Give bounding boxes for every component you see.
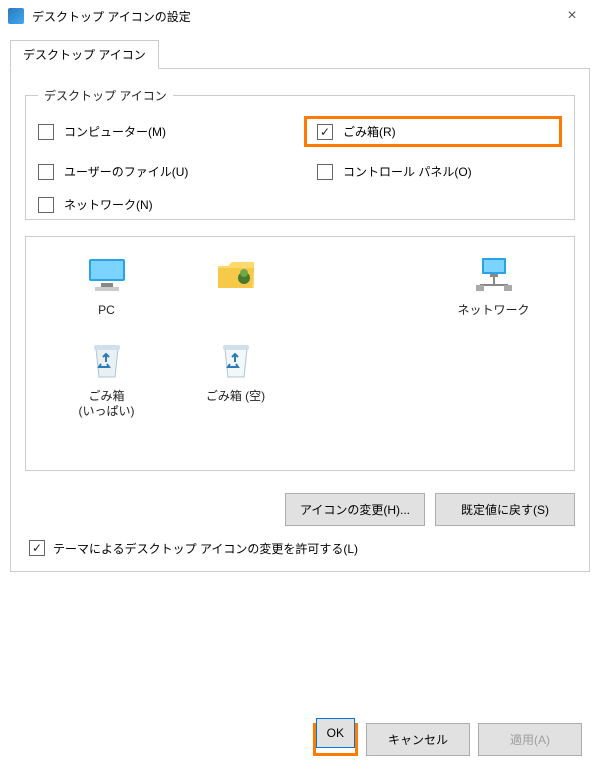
- button-label: 適用(A): [510, 733, 550, 747]
- dialog-button-row: OK キャンセル 適用(A): [313, 723, 582, 756]
- tab-panel: デスクトップ アイコン コンピューター(M) ごみ箱(R) ユーザーのファイル(…: [10, 68, 590, 572]
- checkbox-userfiles[interactable]: ユーザーのファイル(U): [38, 163, 296, 180]
- checkbox-label: ごみ箱(R): [343, 123, 396, 140]
- checkbox-label: ネットワーク(N): [64, 196, 153, 213]
- icon-item-recycle-full[interactable]: ごみ箱 (いっぱい): [42, 339, 171, 420]
- checkbox-label: コントロール パネル(O): [343, 163, 472, 180]
- apply-button[interactable]: 適用(A): [478, 723, 582, 756]
- window-titlebar: デスクトップ アイコンの設定 ×: [0, 0, 600, 32]
- tab-label: デスクトップ アイコン: [23, 48, 146, 62]
- checkbox-icon: [38, 197, 54, 213]
- checkbox-icon: [38, 164, 54, 180]
- icon-label: ごみ箱 (空): [206, 389, 265, 405]
- change-icon-button[interactable]: アイコンの変更(H)...: [285, 493, 425, 526]
- folder-icon: [214, 253, 258, 297]
- icon-item-userfolder[interactable]: [171, 253, 300, 319]
- checkbox-allow-theme-change[interactable]: テーマによるデスクトップ アイコンの変更を許可する(L): [29, 540, 575, 557]
- checkbox-icon: [38, 124, 54, 140]
- icon-label: ネットワーク: [457, 303, 529, 319]
- recycle-full-icon: [85, 339, 129, 383]
- window-title: デスクトップ アイコンの設定: [32, 8, 552, 25]
- network-icon: [472, 253, 516, 297]
- checkbox-network[interactable]: ネットワーク(N): [38, 196, 296, 213]
- pc-icon: [85, 253, 129, 297]
- icon-label: PC: [98, 303, 115, 319]
- icon-label: ごみ箱 (いっぱい): [79, 389, 135, 420]
- tab-desktop-icons[interactable]: デスクトップ アイコン: [10, 40, 159, 69]
- checkbox-controlpanel[interactable]: コントロール パネル(O): [304, 163, 562, 180]
- checkbox-icon: [317, 124, 333, 140]
- highlight-recyclebin: ごみ箱(R): [304, 116, 562, 147]
- button-label: OK: [327, 726, 344, 740]
- close-icon[interactable]: ×: [552, 0, 592, 32]
- recycle-empty-icon: [214, 339, 258, 383]
- highlight-ok: OK: [313, 723, 358, 756]
- checkbox-computer[interactable]: コンピューター(M): [38, 116, 296, 147]
- icon-preview-panel: PC ネットワーク: [25, 236, 575, 471]
- icon-item-recycle-empty[interactable]: ごみ箱 (空): [171, 339, 300, 420]
- checkbox-label: コンピューター(M): [64, 123, 166, 140]
- checkbox-icon: [317, 164, 333, 180]
- group-legend: デスクトップ アイコン: [38, 87, 173, 104]
- button-label: アイコンの変更(H)...: [300, 503, 410, 517]
- restore-default-button[interactable]: 既定値に戻す(S): [435, 493, 575, 526]
- checkbox-recyclebin[interactable]: ごみ箱(R): [317, 123, 396, 140]
- icon-item-pc[interactable]: PC: [42, 253, 171, 319]
- button-label: キャンセル: [388, 733, 448, 747]
- button-label: 既定値に戻す(S): [461, 503, 549, 517]
- checkbox-label: テーマによるデスクトップ アイコンの変更を許可する(L): [53, 540, 358, 557]
- icon-item-network[interactable]: ネットワーク: [429, 253, 558, 319]
- checkbox-label: ユーザーのファイル(U): [64, 163, 188, 180]
- window-icon: [8, 8, 24, 24]
- checkbox-icon: [29, 540, 45, 556]
- desktop-icons-group: デスクトップ アイコン コンピューター(M) ごみ箱(R) ユーザーのファイル(…: [25, 87, 575, 220]
- cancel-button[interactable]: キャンセル: [366, 723, 470, 756]
- ok-button[interactable]: OK: [316, 718, 355, 748]
